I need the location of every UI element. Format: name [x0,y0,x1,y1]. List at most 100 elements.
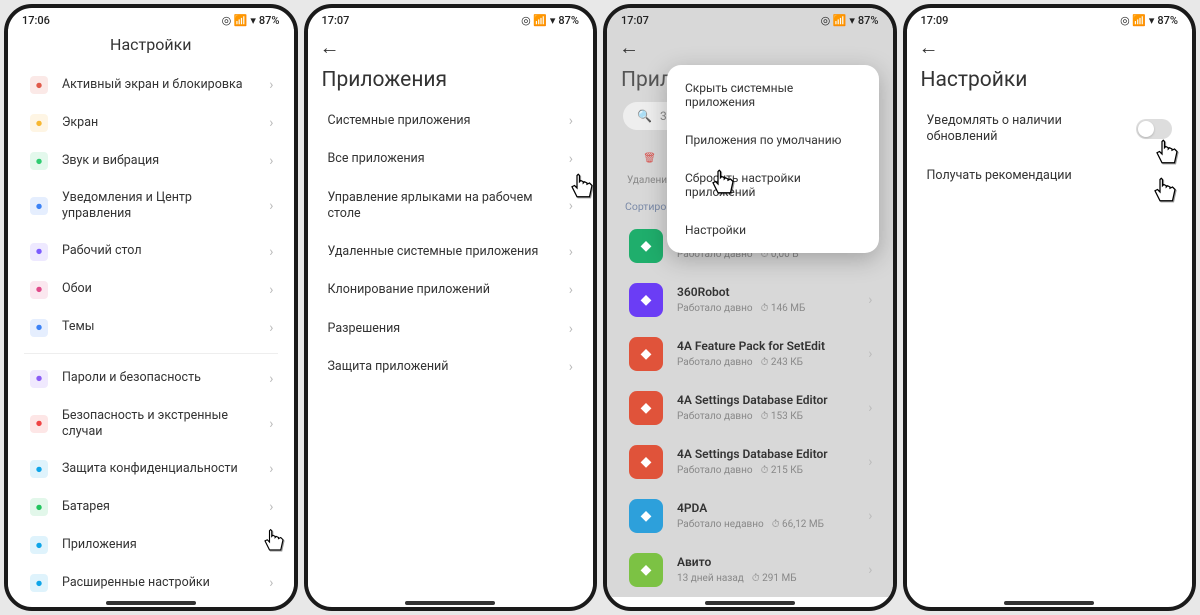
nav-handle [705,601,795,605]
app-row[interactable]: ◆ 4A Settings Database Editor Работало д… [611,435,889,489]
settings-item[interactable]: ● Звук и вибрация › [12,142,290,180]
settings-label: Экран [62,115,255,131]
popup-item[interactable]: Сбросить настройки приложений [667,159,879,211]
app-info: 4A Feature Pack for SetEdit Работало дав… [677,339,854,370]
app-icon: ◆ [629,553,663,587]
apps-menu-item[interactable]: Клонирование приложений › [312,271,590,309]
settings-item[interactable]: ● Защита конфиденциальности › [12,450,290,488]
status-time: 17:09 [921,14,949,27]
chevron-right-icon: › [269,77,273,93]
status-icons: ◎ 📶 ▾ 87% [222,14,280,27]
phone-screen-3: 17:07 ◎ 📶 ▾ 87% ← Приложения 🔍 338 прило… [603,4,897,611]
chevron-right-icon: › [569,282,573,298]
chevron-right-icon: › [569,244,573,260]
settings-label: Рабочий стол [62,243,255,259]
settings-item[interactable]: ● Темы › [12,309,290,347]
row-recommendations[interactable]: Получать рекомендации [911,157,1189,195]
app-row[interactable]: ◆ 4PDA Работало недавно⏱ 66,12 МБ › [611,489,889,543]
chevron-right-icon: › [269,282,273,298]
settings-icon: ● [30,319,48,337]
popup-item[interactable]: Скрыть системные приложения [667,69,879,121]
app-row[interactable]: ◆ 4A Settings Database Editor Работало д… [611,381,889,435]
settings-item[interactable]: ● Батарея › [12,488,290,526]
settings-item[interactable]: ● Обои › [12,271,290,309]
settings-label: Обои [62,281,255,297]
settings-item[interactable]: ● Пароли и безопасность › [12,360,290,398]
settings-icon: ● [30,243,48,261]
chevron-right-icon: › [868,454,872,470]
chevron-right-icon: › [868,508,872,524]
chevron-right-icon: › [269,153,273,169]
menu-label: Защита приложений [328,359,555,375]
trash-icon: 🗑 [636,144,664,172]
settings-item[interactable]: ● Приложения › [12,526,290,564]
main-app-settings: ← Настройки Уведомлять о наличии обновле… [907,29,1193,597]
row-label: Уведомлять о наличии обновлений [927,113,1123,146]
back-button[interactable]: ← [907,29,947,60]
menu-label: Системные приложения [328,113,555,129]
settings-item[interactable]: ● Рабочий стол › [12,233,290,271]
apps-menu-item[interactable]: Управление ярлыками на рабочем столе › [312,179,590,234]
settings-label: Безопасность и экстренные случаи [62,408,255,441]
installed-apps-list: ◆ 3 Button Navigation Bar Работало давно… [607,219,893,597]
settings-icon: ● [30,498,48,516]
back-button[interactable]: ← [607,29,647,60]
row-notify-updates[interactable]: Уведомлять о наличии обновлений [911,102,1189,157]
chevron-right-icon: › [868,562,872,578]
settings-item[interactable]: ● Уведомления и Центр управления › [12,180,290,233]
phone-screen-1: 17:06 ◎ 📶 ▾ 87% Настройки ● Активный экр… [4,4,298,611]
app-info: 360Robot Работало давно⏱ 146 МБ [677,285,854,316]
settings-item[interactable]: ● Экран › [12,104,290,142]
app-icon: ◆ [629,283,663,317]
chevron-right-icon: › [269,461,273,477]
settings-list-2: ● Пароли и безопасность › ● Безопасность… [8,360,294,598]
chip-delete[interactable]: 🗑 Удаление [627,144,672,186]
settings-item[interactable]: ● Расширенные настройки › [12,564,290,597]
app-row[interactable]: ◆ 4A Feature Pack for SetEdit Работало д… [611,327,889,381]
nav-handle [106,601,196,605]
page-title: Приложения [308,60,594,102]
popup-item[interactable]: Настройки [667,211,879,249]
settings-item[interactable]: ● Безопасность и экстренные случаи › [12,398,290,451]
apps-menu-item[interactable]: Системные приложения › [312,102,590,140]
app-row[interactable]: ◆ 360Robot Работало давно⏱ 146 МБ › [611,273,889,327]
settings-label: Активный экран и блокировка [62,77,255,93]
settings-icon: ● [30,76,48,94]
app-icon: ◆ [629,229,663,263]
app-row[interactable]: ◆ Авито 13 дней назад⏱ 291 МБ › [611,543,889,597]
back-button[interactable]: ← [308,29,348,60]
app-info: 4A Settings Database Editor Работало дав… [677,393,854,424]
apps-menu-item[interactable]: Удаленные системные приложения › [312,233,590,271]
toggle-switch[interactable] [1136,119,1172,139]
apps-menu-item[interactable]: Разрешения › [312,310,590,348]
chevron-right-icon: › [569,151,573,167]
app-info: Авито 13 дней назад⏱ 291 МБ [677,555,854,586]
chip-label: Удаление [627,175,672,186]
main-settings: Настройки ● Активный экран и блокировка … [8,29,294,597]
apps-menu-item[interactable]: Защита приложений › [312,348,590,386]
status-icons: ◎ 📶 ▾ 87% [821,14,879,27]
phone-screen-2: 17:07 ◎ 📶 ▾ 87% ← Приложения Системные п… [304,4,598,611]
settings-label: Звук и вибрация [62,153,255,169]
settings-icon: ● [30,370,48,388]
chevron-right-icon: › [269,575,273,591]
apps-menu-item[interactable]: Все приложения › [312,140,590,178]
settings-icon: ● [30,536,48,554]
status-bar: 17:09 ◎ 📶 ▾ 87% [907,8,1193,29]
battery-pct: 87% [858,14,879,27]
main-apps: ← Приложения Системные приложения › Все … [308,29,594,597]
app-info: 4PDA Работало недавно⏱ 66,12 МБ [677,501,854,532]
chevron-right-icon: › [868,292,872,308]
settings-icon: ● [30,114,48,132]
settings-item[interactable]: ● Активный экран и блокировка › [12,66,290,104]
toggle-list: Уведомлять о наличии обновлений Получать… [907,102,1193,195]
chevron-right-icon: › [269,371,273,387]
nav-handle [1004,601,1094,605]
app-icon: ◆ [629,499,663,533]
chevron-right-icon: › [868,400,872,416]
popup-item[interactable]: Приложения по умолчанию [667,121,879,159]
status-icons: ◎ 📶 ▾ 87% [521,14,579,27]
chevron-right-icon: › [269,198,273,214]
status-bar: 17:07 ◎ 📶 ▾ 87% [607,8,893,29]
settings-label: Расширенные настройки [62,575,255,591]
